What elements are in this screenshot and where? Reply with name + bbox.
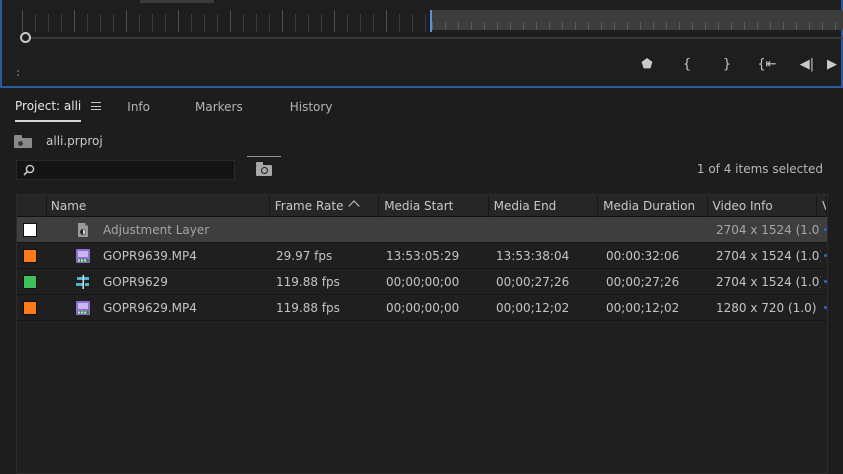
table-body: Adjustment Layer 2704 x 1524 (1.0) GOPR9… bbox=[17, 217, 827, 321]
selection-status: 1 of 4 items selected bbox=[696, 162, 823, 176]
media-duration-cell: 00;00;27;26 bbox=[606, 274, 680, 289]
label-cell[interactable] bbox=[17, 269, 47, 295]
column-video-usage[interactable]: V bbox=[817, 195, 827, 217]
label-color-swatch[interactable] bbox=[23, 248, 37, 263]
frame-rate-cell: 29.97 fps bbox=[276, 248, 333, 263]
tab-project[interactable]: Project: alli bbox=[15, 90, 82, 122]
search-bin-icon bbox=[256, 162, 272, 176]
media-start-cell: 00;00;00;00 bbox=[386, 300, 460, 315]
name-cell[interactable]: GOPR9629 bbox=[47, 269, 271, 295]
ruler-minor-ticks bbox=[22, 14, 432, 32]
drag-grip bbox=[17, 70, 19, 76]
tab-markers[interactable]: Markers bbox=[195, 90, 243, 122]
label-color-swatch[interactable] bbox=[23, 300, 37, 315]
media-start-cell: 00;00;00;00 bbox=[386, 274, 460, 289]
in-out-range[interactable] bbox=[432, 10, 843, 30]
video-info-cell: 2704 x 1524 (1.0) bbox=[716, 248, 821, 263]
panel-menu-icon[interactable] bbox=[91, 102, 102, 110]
time-ruler[interactable] bbox=[22, 10, 843, 32]
panel-tabs: Project: alli Info Markers History bbox=[0, 90, 843, 122]
table-row[interactable]: Adjustment Layer 2704 x 1524 (1.0) bbox=[17, 217, 827, 243]
label-cell[interactable] bbox=[17, 217, 47, 243]
video-info-cell: 2704 x 1524 (1.0) bbox=[716, 222, 821, 237]
column-frame-rate-label: Frame Rate bbox=[274, 199, 344, 213]
item-name: GOPR9639.MP4 bbox=[103, 248, 197, 263]
media-end-cell: 00;00;27;26 bbox=[496, 274, 570, 289]
go-to-in-icon[interactable]: {⇤ bbox=[747, 54, 787, 74]
adjustment-layer-icon bbox=[75, 222, 91, 238]
table-row[interactable]: GOPR9629.MP4 119.88 fps 00;00;00;00 00;0… bbox=[17, 295, 827, 321]
label-cell[interactable] bbox=[17, 243, 47, 269]
frame-rate-cell bbox=[271, 217, 381, 243]
search-icon bbox=[23, 164, 35, 176]
column-frame-rate[interactable]: Frame Rate bbox=[270, 195, 380, 217]
tab-project-label: Project: alli bbox=[15, 99, 82, 113]
tab-history[interactable]: History bbox=[290, 90, 333, 122]
media-end-cell: 00;00;12;02 bbox=[496, 300, 570, 315]
project-panel: Project: alli Info Markers History alli.… bbox=[0, 90, 843, 474]
media-start-cell: 13:53:05:29 bbox=[386, 248, 460, 263]
source-monitor: ⬟ { } {⇤ ◀| ▶ bbox=[0, 0, 843, 88]
play-icon[interactable]: ▶ bbox=[827, 54, 841, 74]
search-input[interactable] bbox=[17, 161, 234, 179]
in-point-marker[interactable] bbox=[427, 10, 435, 32]
media-duration-cell: 00:00:32:06 bbox=[606, 248, 680, 263]
media-duration-cell: 00;00;12;02 bbox=[606, 300, 680, 315]
project-path: alli.prproj bbox=[14, 132, 103, 150]
table-row[interactable]: GOPR9639.MP4 29.97 fps 13:53:05:29 13:53… bbox=[17, 243, 827, 269]
project-items-table: Name Frame Rate Media Start Media End Me… bbox=[16, 194, 828, 474]
media-end-cell bbox=[491, 217, 601, 243]
row-edge-dot bbox=[824, 306, 827, 309]
row-edge-dot bbox=[824, 254, 827, 257]
item-name: GOPR9629.MP4 bbox=[103, 300, 197, 315]
video-info-cell: 1280 x 720 (1.0) bbox=[716, 300, 817, 315]
step-back-icon[interactable]: ◀| bbox=[787, 54, 827, 74]
label-color-swatch[interactable] bbox=[23, 274, 37, 289]
table-header: Name Frame Rate Media Start Media End Me… bbox=[17, 195, 827, 217]
name-cell[interactable]: GOPR9639.MP4 bbox=[47, 243, 271, 269]
search-box[interactable] bbox=[16, 160, 235, 180]
sort-ascending-icon bbox=[348, 200, 360, 212]
mark-in-icon[interactable]: { bbox=[667, 54, 707, 74]
column-name[interactable]: Name bbox=[47, 195, 270, 217]
item-name: GOPR9629 bbox=[103, 274, 168, 289]
media-start-cell bbox=[381, 217, 491, 243]
tab-info[interactable]: Info bbox=[127, 90, 150, 122]
video-info-cell: 2704 x 1524 (1.0) bbox=[716, 274, 821, 289]
column-media-end[interactable]: Media End bbox=[489, 195, 599, 217]
playhead-handle[interactable] bbox=[20, 32, 31, 43]
project-file-name: alli.prproj bbox=[46, 134, 103, 148]
table-row[interactable]: GOPR9629 119.88 fps 00;00;00;00 00;00;27… bbox=[17, 269, 827, 295]
frame-rate-cell: 119.88 fps bbox=[276, 300, 340, 315]
timecode-strip bbox=[140, 0, 214, 3]
column-video-info[interactable]: Video Info bbox=[708, 195, 817, 217]
zoom-scroll-bar[interactable] bbox=[30, 37, 843, 39]
project-folder-icon bbox=[14, 134, 32, 148]
marker-icon[interactable]: ⬟ bbox=[627, 54, 667, 74]
media-duration-cell bbox=[601, 217, 711, 243]
label-color-swatch[interactable] bbox=[23, 222, 37, 237]
column-media-start[interactable]: Media Start bbox=[379, 195, 489, 217]
video-clip-icon bbox=[75, 248, 91, 264]
column-media-duration[interactable]: Media Duration bbox=[598, 195, 708, 217]
name-cell[interactable]: Adjustment Layer bbox=[47, 217, 271, 243]
sequence-icon bbox=[75, 274, 91, 290]
label-cell[interactable] bbox=[17, 295, 47, 321]
mark-out-icon[interactable]: } bbox=[707, 54, 747, 74]
transport-controls: ⬟ { } {⇤ ◀| ▶ bbox=[627, 54, 841, 74]
row-edge-dot bbox=[824, 280, 827, 283]
video-clip-icon bbox=[75, 300, 91, 316]
frame-rate-cell: 119.88 fps bbox=[276, 274, 340, 289]
item-name: Adjustment Layer bbox=[103, 222, 210, 237]
media-end-cell: 13:53:38:04 bbox=[496, 248, 570, 263]
column-label[interactable] bbox=[17, 195, 47, 217]
row-edge-dot bbox=[824, 228, 827, 231]
new-search-bin-button[interactable] bbox=[247, 156, 281, 178]
name-cell[interactable]: GOPR9629.MP4 bbox=[47, 295, 271, 321]
